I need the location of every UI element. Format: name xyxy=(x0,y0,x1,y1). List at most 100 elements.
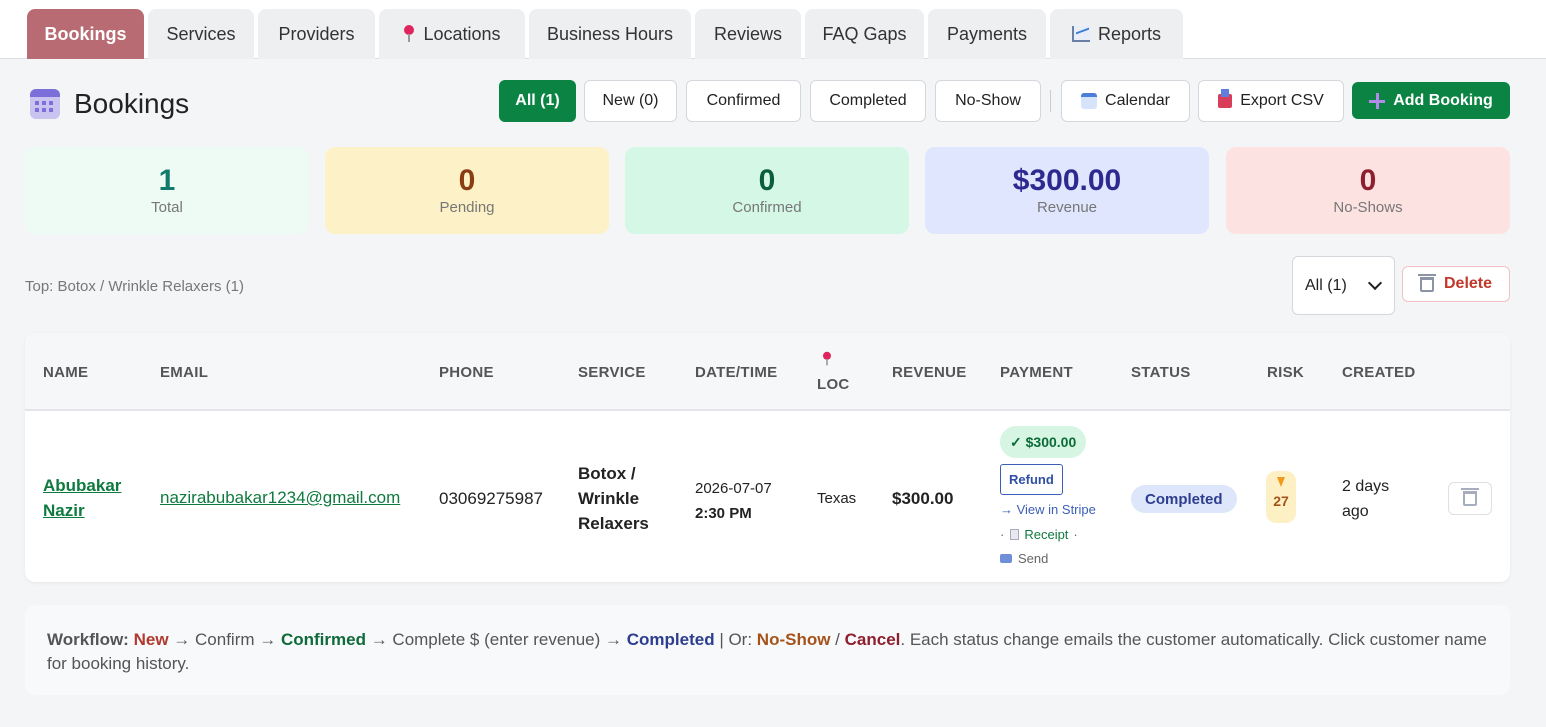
tab-services[interactable]: Services xyxy=(148,9,254,59)
workflow-noshow: No-Show xyxy=(756,630,831,649)
export-csv-button[interactable]: Export CSV xyxy=(1198,80,1344,122)
created-line: ago xyxy=(1342,503,1369,520)
add-booking-label: Add Booking xyxy=(1393,91,1493,109)
export-icon xyxy=(1218,89,1233,108)
workflow-cancel: Cancel xyxy=(844,630,901,649)
tab-label: Payments xyxy=(946,23,1028,44)
table-header: NAME EMAIL PHONE SERVICE DATE/TIME LOC R… xyxy=(25,333,1510,411)
header-phone: PHONE xyxy=(439,364,494,381)
add-booking-button[interactable]: Add Booking xyxy=(1352,82,1510,119)
tab-bar: Bookings Services Providers Locations Bu… xyxy=(0,0,1546,59)
top-service-text: Top: Botox / Wrinkle Relaxers (1) xyxy=(25,278,244,295)
workflow-text: | Or: xyxy=(714,630,757,649)
service-line: Relaxers xyxy=(578,514,649,533)
booking-location: Texas xyxy=(817,490,857,507)
header-risk: RISK xyxy=(1267,364,1305,381)
customer-email-link[interactable]: nazirabubakar1234@gmail.com xyxy=(160,488,400,508)
risk-score: 27 xyxy=(1273,493,1289,509)
filter-completed-button[interactable]: Completed xyxy=(810,80,926,122)
receipt-link[interactable]: · Receipt · xyxy=(1000,527,1078,542)
filter-confirmed-button[interactable]: Confirmed xyxy=(686,80,801,122)
customer-name-link[interactable]: Abubakar Nazir xyxy=(43,473,121,523)
chevron-down-icon xyxy=(1367,275,1383,291)
refund-button[interactable]: Refund xyxy=(1000,464,1063,495)
divider xyxy=(1050,90,1051,112)
lightning-icon xyxy=(1277,477,1285,487)
tab-label: Reviews xyxy=(713,23,783,44)
stat-label: No-Shows xyxy=(1333,199,1403,216)
send-label: Send xyxy=(1018,551,1049,566)
filter-new-button[interactable]: New (0) xyxy=(584,80,677,122)
stat-card-noshows: 0 No-Shows xyxy=(1226,147,1510,234)
header-loc: LOC xyxy=(817,376,850,393)
receipt-label: Receipt xyxy=(1024,527,1069,542)
workflow-confirmed: Confirmed xyxy=(280,630,366,649)
send-link[interactable]: Send xyxy=(1000,551,1048,566)
workflow-note: Workflow: New → Confirm → Confirmed → Co… xyxy=(25,605,1510,695)
stat-label: Pending xyxy=(439,199,495,216)
tab-business-hours[interactable]: Business Hours xyxy=(529,9,691,59)
pin-icon xyxy=(403,25,415,43)
trash-icon xyxy=(1461,488,1479,506)
calendar-button-label: Calendar xyxy=(1105,92,1170,109)
header-revenue: REVENUE xyxy=(892,364,967,381)
booking-datetime: 2026-07-07 2:30 PM xyxy=(695,476,772,526)
header-status: STATUS xyxy=(1131,364,1191,381)
tab-bookings[interactable]: Bookings xyxy=(27,9,144,59)
service-name: Botox / Wrinkle Relaxers xyxy=(578,461,649,536)
created-line: 2 days xyxy=(1342,478,1390,495)
stat-value: 0 xyxy=(458,164,476,197)
header-created: CREATED xyxy=(1342,364,1416,381)
stat-card-total: 1 Total xyxy=(25,147,309,234)
workflow-new: New xyxy=(133,630,169,649)
stat-value: $300.00 xyxy=(1012,164,1122,197)
tab-label: Bookings xyxy=(44,23,127,44)
workflow-text: / xyxy=(830,630,845,649)
tab-label: Business Hours xyxy=(546,23,674,44)
tab-reviews[interactable]: Reviews xyxy=(695,9,801,59)
filter-noshow-button[interactable]: No-Show xyxy=(935,80,1041,122)
view-stripe-link[interactable]: → View in Stripe xyxy=(1000,502,1096,517)
tab-payments[interactable]: Payments xyxy=(928,9,1046,59)
customer-last-name: Nazir xyxy=(43,501,85,520)
tab-locations[interactable]: Locations xyxy=(379,9,525,59)
delete-button-label: Delete xyxy=(1443,275,1493,292)
customer-first-name: Abubakar xyxy=(43,476,122,495)
stat-label: Total xyxy=(151,199,183,216)
envelope-icon xyxy=(1000,554,1012,563)
row-delete-button[interactable] xyxy=(1448,482,1492,515)
page-title-text: Bookings xyxy=(74,88,190,119)
header-datetime: DATE/TIME xyxy=(695,364,778,381)
booking-revenue: $300.00 xyxy=(892,489,954,508)
service-line: Botox / xyxy=(578,464,636,483)
customer-phone: 03069275987 xyxy=(439,489,544,508)
receipt-icon xyxy=(1010,529,1020,540)
tab-label: Locations xyxy=(423,23,501,44)
tab-providers[interactable]: Providers xyxy=(258,9,375,59)
tab-label: FAQ Gaps xyxy=(822,23,907,44)
tab-faq-gaps[interactable]: FAQ Gaps xyxy=(805,9,924,59)
booking-date: 2026-07-07 xyxy=(695,480,772,497)
service-line: Wrinkle xyxy=(578,489,640,508)
header-email: EMAIL xyxy=(160,364,209,381)
calendar-icon xyxy=(1081,93,1098,109)
chart-icon xyxy=(1071,26,1090,42)
payment-paid-badge: ✓ $300.00 xyxy=(1000,426,1087,458)
stat-value: 0 xyxy=(758,164,776,197)
status-badge[interactable]: Completed xyxy=(1131,485,1237,513)
calendar-icon xyxy=(30,89,60,119)
created-time: 2 days ago xyxy=(1342,474,1389,524)
stat-card-revenue: $300.00 Revenue xyxy=(925,147,1209,234)
stat-value: 0 xyxy=(1359,164,1377,197)
workflow-completed: Completed xyxy=(626,630,715,649)
filter-all-button[interactable]: All (1) xyxy=(499,80,576,122)
bookings-table: NAME EMAIL PHONE SERVICE DATE/TIME LOC R… xyxy=(25,333,1510,582)
plus-icon xyxy=(1369,92,1386,109)
stat-label: Confirmed xyxy=(732,199,802,216)
tab-reports[interactable]: Reports xyxy=(1050,9,1183,59)
delete-button[interactable]: Delete xyxy=(1402,266,1510,302)
bulk-select[interactable]: All (1) xyxy=(1292,256,1395,315)
tab-label: Reports xyxy=(1097,23,1162,44)
tab-label: Providers xyxy=(278,23,355,44)
calendar-button[interactable]: Calendar xyxy=(1061,80,1190,122)
